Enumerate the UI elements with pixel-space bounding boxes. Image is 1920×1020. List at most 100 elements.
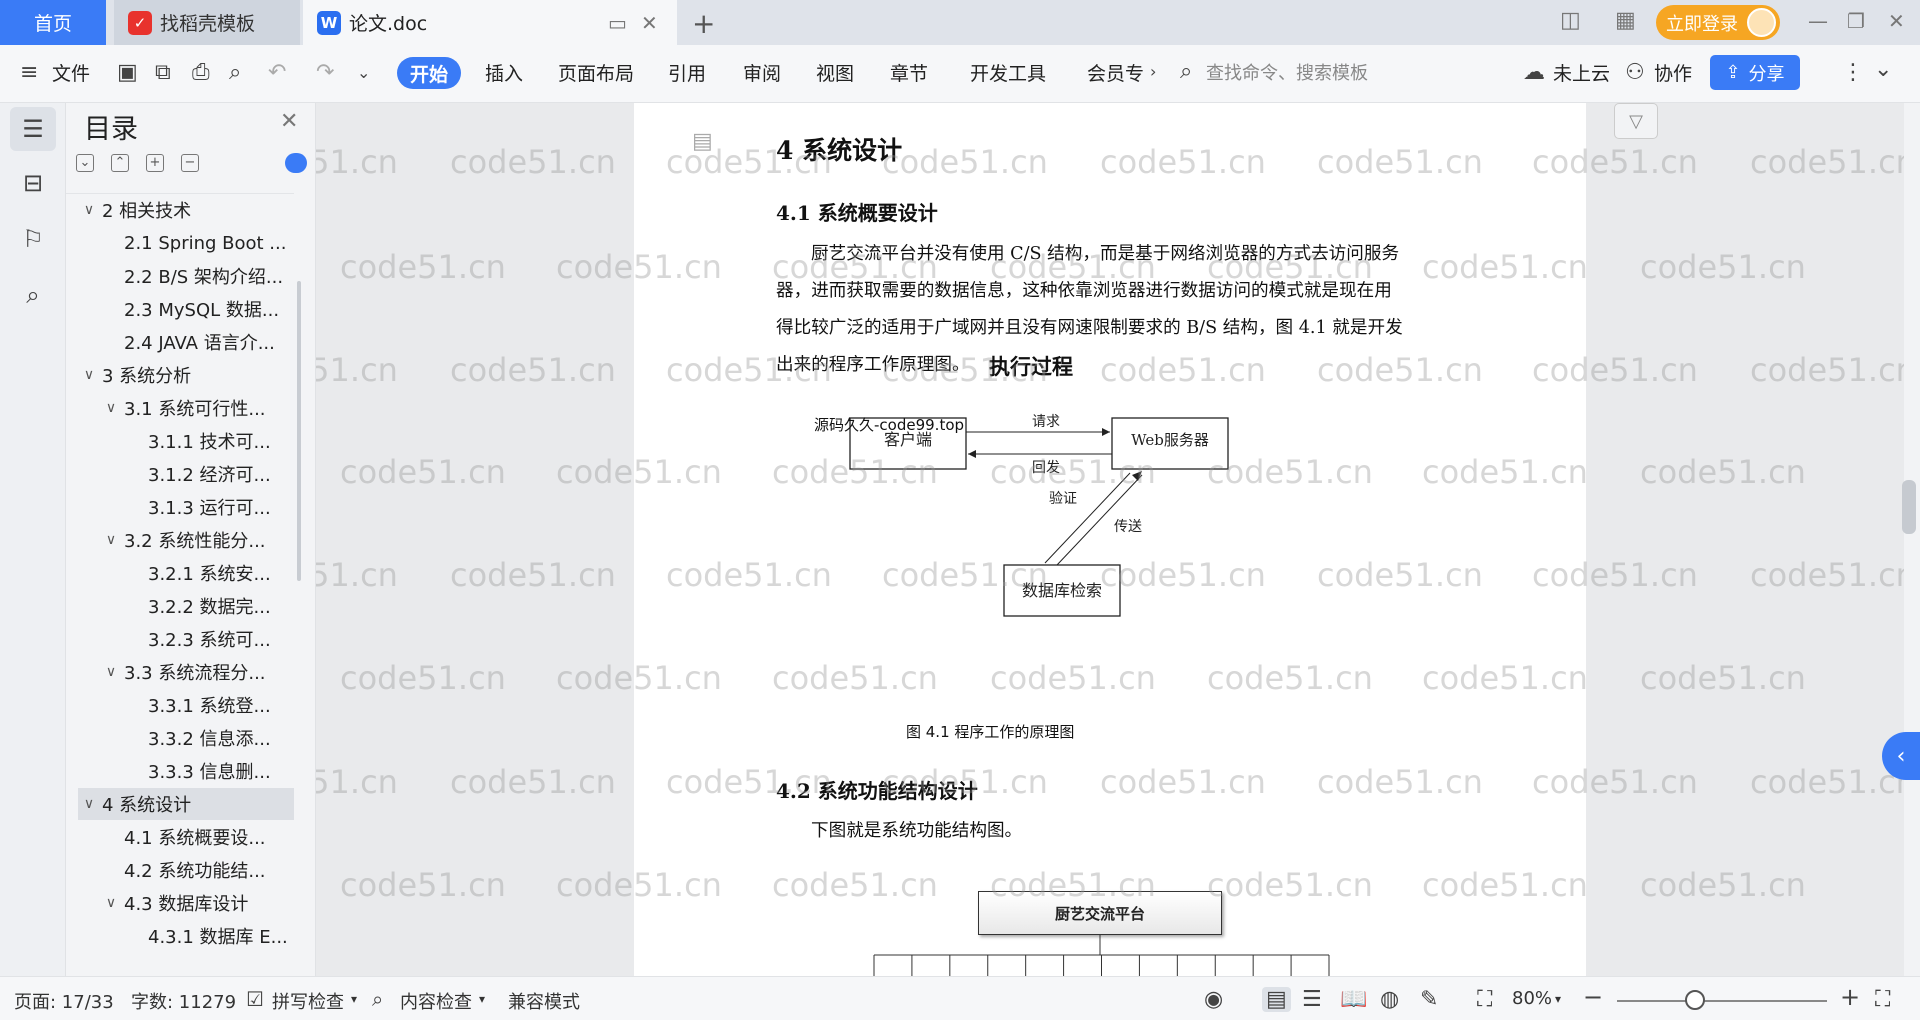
toc-item[interactable]: 4.1 系统概要设... bbox=[66, 821, 294, 853]
toc-item[interactable]: 2.2 B/S 架构介绍... bbox=[66, 260, 294, 292]
toc-item[interactable]: 3.2.1 系统安... bbox=[66, 557, 294, 589]
quick-access-chevron-icon[interactable]: ⌄ bbox=[357, 63, 370, 82]
tab-home[interactable]: 首页 bbox=[0, 0, 106, 45]
toc-item[interactable]: ∨ 4 系统设计 bbox=[78, 788, 294, 820]
content-check-chevron-icon[interactable]: ▾ bbox=[479, 992, 485, 1006]
more-options-icon[interactable]: ⋮ bbox=[1842, 60, 1864, 85]
web-view-icon[interactable]: ◍ bbox=[1380, 987, 1399, 1012]
tab-document[interactable]: W 论文.doc ▭ ✕ bbox=[303, 0, 677, 45]
remove-level-icon[interactable]: − bbox=[181, 154, 199, 172]
tab-insert[interactable]: 插入 bbox=[485, 59, 523, 86]
file-menu[interactable]: 文件 bbox=[52, 59, 90, 86]
expand-icon[interactable]: ⌄ bbox=[76, 154, 94, 172]
preview-icon[interactable]: ⌕ bbox=[229, 60, 241, 85]
redo-icon[interactable]: ↷ bbox=[316, 60, 334, 85]
toc-item[interactable]: ∨ 3.2 系统性能分... bbox=[66, 524, 294, 556]
chapter-nav-icon[interactable]: ⊟ bbox=[10, 161, 56, 205]
tab-developer-tools[interactable]: 开发工具 bbox=[970, 59, 1046, 86]
toc-item[interactable]: 3.3.2 信息添... bbox=[66, 722, 294, 754]
collapse-icon[interactable]: ⌃ bbox=[111, 154, 129, 172]
tab-chapter[interactable]: 章节 bbox=[890, 59, 928, 86]
toc-item[interactable]: 3.1.3 运行可... bbox=[66, 491, 294, 523]
toc-item[interactable]: 4.3.1 数据库 E... bbox=[66, 920, 294, 952]
toc-item[interactable]: 2.3 MySQL 数据... bbox=[66, 293, 294, 325]
close-icon[interactable]: ✕ bbox=[280, 109, 298, 134]
collapse-panel-button[interactable]: ▽ bbox=[1614, 103, 1658, 139]
menu-icon[interactable]: ≡ bbox=[20, 60, 38, 85]
toc-item[interactable]: 3.2.2 数据完... bbox=[66, 590, 294, 622]
content-check-button[interactable]: 内容检查 bbox=[400, 988, 472, 1014]
chevron-down-icon[interactable]: ∨ bbox=[100, 664, 122, 680]
bookmark-icon[interactable]: ⚐ bbox=[10, 217, 56, 261]
tab-start[interactable]: 开始 bbox=[397, 57, 461, 89]
login-button[interactable]: 立即登录 bbox=[1656, 5, 1780, 40]
outline-view-icon[interactable]: ☰ bbox=[1302, 987, 1322, 1012]
tab-view[interactable]: 视图 bbox=[816, 59, 854, 86]
tab-template[interactable]: ✓ 找稻壳模板 bbox=[114, 0, 300, 45]
reading-view-icon[interactable]: 📖 bbox=[1340, 987, 1367, 1012]
tab-member[interactable]: 会员专 bbox=[1087, 59, 1149, 86]
fit-page-icon[interactable]: ⛶ bbox=[1477, 987, 1492, 1012]
export-icon[interactable]: ⧉ bbox=[155, 60, 171, 85]
toc-item[interactable]: ∨ 3.1 系统可行性... bbox=[66, 392, 294, 424]
monitor-icon[interactable]: ▭ bbox=[608, 11, 627, 35]
chevron-down-icon[interactable]: ∨ bbox=[78, 202, 100, 218]
tab-review[interactable]: 审阅 bbox=[743, 59, 781, 86]
eye-protection-icon[interactable]: ◉ bbox=[1204, 987, 1223, 1012]
chevron-down-icon[interactable]: ∨ bbox=[100, 895, 122, 911]
zoom-level[interactable]: 80% bbox=[1512, 988, 1552, 1009]
smart-toc-icon[interactable] bbox=[285, 153, 307, 173]
toc-item[interactable]: 4.2 系统功能结... bbox=[66, 854, 294, 886]
tab-reference[interactable]: 引用 bbox=[668, 59, 706, 86]
chevron-down-icon[interactable]: ∨ bbox=[100, 400, 122, 416]
toc-scrollbar[interactable] bbox=[297, 281, 301, 581]
command-search-input[interactable]: 查找命令、搜索模板 bbox=[1206, 59, 1368, 85]
close-tab-icon[interactable]: ✕ bbox=[641, 11, 658, 35]
toc-item[interactable]: 3.3.3 信息删... bbox=[66, 755, 294, 787]
word-count[interactable]: 字数: 11279 bbox=[131, 988, 236, 1014]
layout-switch-icon[interactable]: ◫ bbox=[1560, 8, 1581, 33]
close-window-icon[interactable]: ✕ bbox=[1888, 9, 1905, 33]
zoom-in-icon[interactable]: + bbox=[1840, 983, 1860, 1011]
toc-item[interactable]: 3.3.1 系统登... bbox=[66, 689, 294, 721]
write-mode-icon[interactable]: ✎ bbox=[1420, 987, 1438, 1012]
toc-panel-icon[interactable]: ☰ bbox=[10, 107, 56, 151]
zoom-slider-handle[interactable] bbox=[1685, 990, 1705, 1010]
page-view-icon[interactable]: ▤ bbox=[1262, 987, 1291, 1012]
new-tab-icon[interactable]: + bbox=[692, 7, 715, 40]
toc-item[interactable]: ∨ 3.3 系统流程分... bbox=[66, 656, 294, 688]
toc-item[interactable]: ∨ 2 相关技术 bbox=[66, 194, 294, 226]
cloud-status[interactable]: 未上云 bbox=[1553, 59, 1610, 86]
collab-button[interactable]: 协作 bbox=[1654, 59, 1692, 86]
spellcheck-chevron-icon[interactable]: ▾ bbox=[351, 992, 357, 1006]
find-icon[interactable]: ⌕ bbox=[10, 273, 56, 317]
chevron-down-icon[interactable]: ∨ bbox=[78, 796, 100, 812]
toc-item[interactable]: 3.2.3 系统可... bbox=[66, 623, 294, 655]
print-icon[interactable]: ⎙ bbox=[192, 60, 210, 85]
zoom-slider[interactable] bbox=[1617, 1000, 1827, 1002]
add-level-icon[interactable]: + bbox=[146, 154, 164, 172]
fullscreen-icon[interactable]: ⛶ bbox=[1875, 987, 1890, 1012]
search-icon[interactable]: ⌕ bbox=[1180, 59, 1192, 84]
vertical-scrollbar[interactable] bbox=[1904, 103, 1920, 976]
toc-item[interactable]: ∨ 3 系统分析 bbox=[66, 359, 294, 391]
collapse-ribbon-chevron-icon[interactable]: ⌄ bbox=[1874, 57, 1892, 82]
save-icon[interactable]: ▣ bbox=[117, 60, 138, 85]
scrollbar-thumb[interactable] bbox=[1902, 480, 1916, 534]
undo-icon[interactable]: ↶ bbox=[268, 60, 286, 85]
toc-item[interactable]: 3.1.2 经济可... bbox=[66, 458, 294, 490]
zoom-out-icon[interactable]: − bbox=[1583, 983, 1603, 1011]
toc-item[interactable]: 3.1.1 技术可... bbox=[66, 425, 294, 457]
zoom-chevron-icon[interactable]: ▾ bbox=[1555, 992, 1561, 1006]
more-tabs-chevron-icon[interactable]: › bbox=[1150, 62, 1156, 81]
page-indicator[interactable]: 页面: 17/33 bbox=[14, 988, 114, 1014]
apps-grid-icon[interactable]: ▦ bbox=[1615, 8, 1636, 33]
minimize-icon[interactable]: — bbox=[1808, 9, 1828, 33]
tab-page-layout[interactable]: 页面布局 bbox=[558, 59, 634, 86]
chevron-down-icon[interactable]: ∨ bbox=[78, 367, 100, 383]
spellcheck-button[interactable]: 拼写检查 bbox=[272, 988, 344, 1014]
chevron-down-icon[interactable]: ∨ bbox=[100, 532, 122, 548]
toc-item[interactable]: 2.1 Spring Boot ... bbox=[66, 227, 294, 259]
toc-item[interactable]: 2.4 JAVA 语言介... bbox=[66, 326, 294, 358]
toc-item[interactable]: ∨ 4.3 数据库设计 bbox=[66, 887, 294, 919]
